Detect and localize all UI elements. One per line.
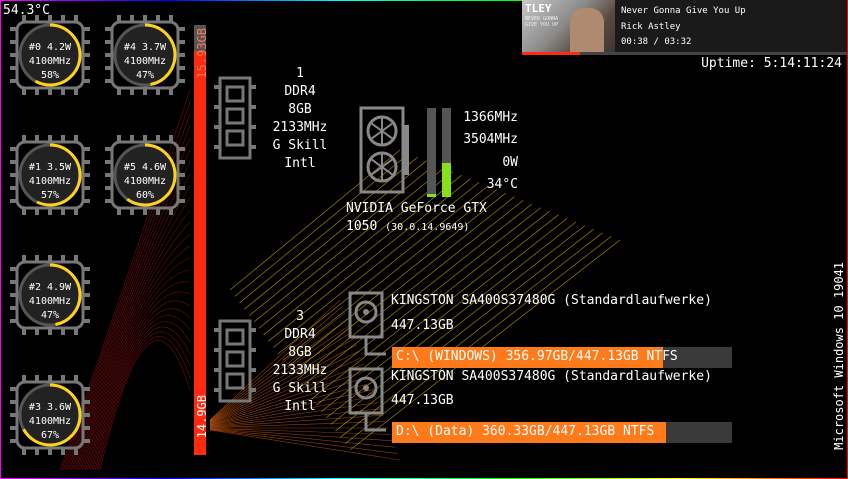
- os-version: Microsoft Windows 10 19041: [832, 262, 846, 450]
- cpu-core-load: 57%: [40, 190, 60, 201]
- cpu-core-load: 67%: [40, 430, 60, 441]
- gpu-usage-fill: [427, 194, 436, 197]
- gpu-memory-bar: [442, 108, 451, 197]
- cpu-core-id-watt: #3 3.6W: [28, 402, 72, 413]
- uptime: Uptime: 5:14:11:24: [701, 56, 842, 71]
- ram-speed: 2133MHz: [272, 120, 328, 135]
- disk-1-size: 447.13GB: [391, 318, 454, 333]
- gpu-name: NVIDIA GeForce GTX: [346, 201, 487, 216]
- ram-type: DDR4: [284, 327, 316, 342]
- ram-size: 8GB: [288, 102, 312, 117]
- cpu-core-freq: 4100MHz: [28, 56, 72, 67]
- cpu-core-label: #3 3.6W 4100MHz 67%: [10, 401, 90, 443]
- ram-module-1-info: 1 DDR4 8GB 2133MHz G Skill Intl: [265, 65, 335, 173]
- album-art-figure: [570, 8, 604, 55]
- album-art: TLEY NEVER GONNA GIVE YOU UP: [522, 0, 615, 55]
- media-time: 00:38 / 03:32: [621, 37, 692, 47]
- media-player-widget[interactable]: TLEY NEVER GONNA GIVE YOU UP Never Gonna…: [522, 0, 847, 55]
- gpu-memory-clock: 3504MHz: [463, 132, 518, 147]
- gpu-power: 0W: [502, 155, 518, 170]
- cpu-core-4: #4 3.7W 4100MHz 47%: [105, 15, 185, 95]
- ram-used-label: 14.9GB: [195, 395, 209, 439]
- ram-module-icon: [214, 76, 256, 160]
- gpu-memory-fill: [442, 163, 451, 197]
- disk-2-model: KINGSTON SA400S37480G (Standardlaufwerke…: [391, 369, 712, 384]
- media-artist: Rick Astley: [621, 22, 681, 32]
- media-progress-fill: [522, 52, 581, 55]
- cpu-core-label: #0 4.2W 4100MHz 58%: [10, 41, 90, 83]
- album-art-subtitle: NEVER GONNA GIVE YOU UP: [525, 16, 559, 28]
- gpu-temperature: 34°C: [486, 177, 518, 192]
- cpu-core-id-watt: #0 4.2W: [28, 42, 72, 53]
- cpu-core-id-watt: #2 4.9W: [28, 282, 72, 293]
- cpu-core-freq: 4100MHz: [28, 416, 72, 427]
- cpu-core-label: #2 4.9W 4100MHz 47%: [10, 281, 90, 323]
- gpu-card-icon: [359, 106, 409, 194]
- cpu-core-id-watt: #1 3.5W: [28, 162, 72, 173]
- disk-drive-icon: [348, 291, 386, 356]
- gpu-core-clock: 1366MHz: [463, 110, 518, 125]
- ram-size: 8GB: [288, 345, 312, 360]
- disk-2-size: 447.13GB: [391, 393, 454, 408]
- cpu-core-load: 60%: [135, 190, 155, 201]
- ram-speed: 2133MHz: [272, 363, 328, 378]
- cpu-core-0: #0 4.2W 4100MHz 58%: [10, 15, 90, 95]
- cpu-core-3: #3 3.6W 4100MHz 67%: [10, 375, 90, 455]
- gpu-usage-bar: [427, 108, 436, 197]
- cpu-core-5: #5 4.6W 4100MHz 60%: [105, 135, 185, 215]
- disk-1-model: KINGSTON SA400S37480G (Standardlaufwerke…: [391, 293, 712, 308]
- disk-2-label: D:\ (Data) 360.33GB/447.13GB NTFS: [396, 424, 655, 439]
- ram-module-icon: [214, 319, 256, 403]
- cpu-core-label: #4 3.7W 4100MHz 47%: [105, 41, 185, 83]
- cpu-core-2: #2 4.9W 4100MHz 47%: [10, 255, 90, 335]
- gpu-model-line: 1050 (30.0.14.9649): [346, 219, 469, 234]
- media-title: Never Gonna Give You Up: [621, 6, 746, 16]
- cpu-core-load: 58%: [40, 70, 60, 81]
- ram-module-3-info: 3 DDR4 8GB 2133MHz G Skill Intl: [265, 308, 335, 416]
- gpu-driver-version: (30.0.14.9649): [385, 222, 470, 233]
- ram-slot: 1: [296, 66, 304, 81]
- album-art-text: TLEY: [525, 2, 552, 15]
- ram-brand: G Skill: [272, 138, 328, 153]
- disk-1-label: C:\ (WINDOWS) 356.97GB/447.13GB NTFS: [396, 349, 678, 364]
- cpu-core-freq: 4100MHz: [123, 56, 167, 67]
- gpu-model: 1050: [346, 219, 378, 234]
- media-progress-bar[interactable]: [522, 52, 847, 55]
- ram-slot: 3: [296, 309, 304, 324]
- disk-2-usage-bar: D:\ (Data) 360.33GB/447.13GB NTFS: [392, 422, 732, 443]
- ram-vendor: Intl: [284, 156, 316, 171]
- cpu-core-freq: 4100MHz: [28, 296, 72, 307]
- cpu-core-id-watt: #4 3.7W: [123, 42, 167, 53]
- cpu-core-load: 47%: [40, 310, 60, 321]
- disk-drive-icon: [348, 367, 386, 432]
- cpu-core-label: #5 4.6W 4100MHz 60%: [105, 161, 185, 203]
- cpu-core-id-watt: #5 4.6W: [123, 162, 167, 173]
- cpu-core-freq: 4100MHz: [123, 176, 167, 187]
- cpu-core-load: 47%: [135, 70, 155, 81]
- cpu-core-1: #1 3.5W 4100MHz 57%: [10, 135, 90, 215]
- ram-usage-bar: [194, 25, 206, 455]
- disk-1-usage-bar: C:\ (WINDOWS) 356.97GB/447.13GB NTFS: [392, 347, 732, 368]
- ram-total-label: 15.93GB: [195, 28, 209, 79]
- ram-brand: G Skill: [272, 381, 328, 396]
- ram-type: DDR4: [284, 84, 316, 99]
- cpu-core-freq: 4100MHz: [28, 176, 72, 187]
- ram-vendor: Intl: [284, 399, 316, 414]
- cpu-core-label: #1 3.5W 4100MHz 57%: [10, 161, 90, 203]
